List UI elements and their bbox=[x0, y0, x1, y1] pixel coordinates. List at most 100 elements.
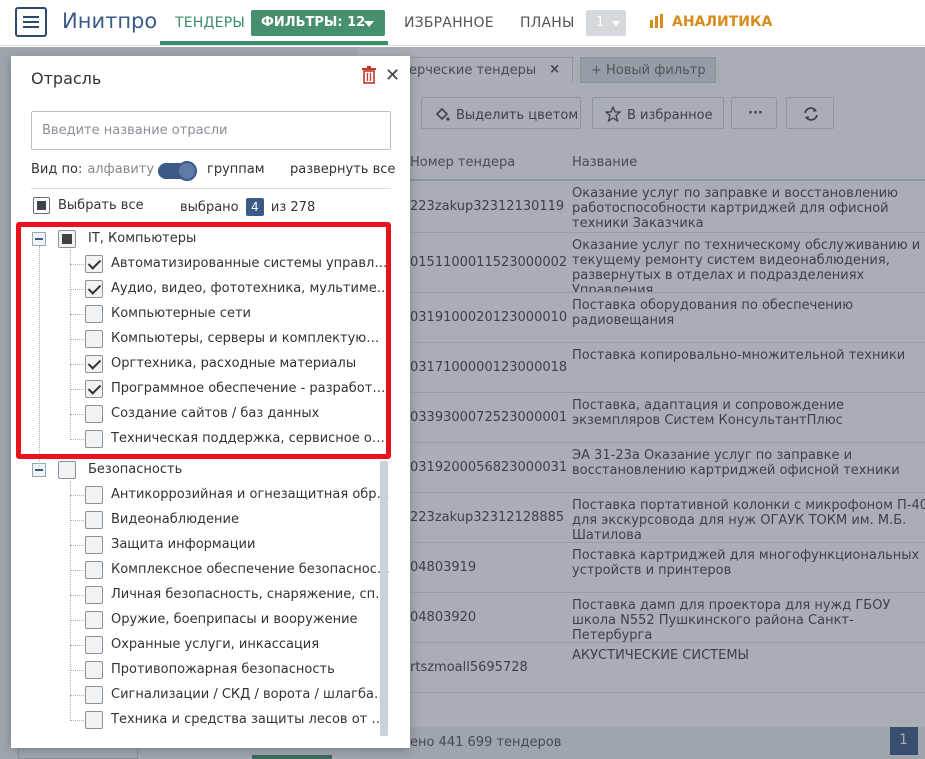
item-label[interactable]: Оргтехника, расходные материалы bbox=[111, 356, 391, 371]
filters-label: ФИЛЬТРЫ: 12 bbox=[261, 15, 366, 30]
item-label[interactable]: Создание сайтов / баз данных bbox=[111, 406, 391, 421]
item-label[interactable]: Охранные услуги, инкассация bbox=[111, 637, 391, 652]
select-all-checkbox[interactable] bbox=[33, 197, 50, 214]
item-checkbox[interactable] bbox=[85, 511, 103, 529]
tree-item[interactable]: Защита информации bbox=[26, 533, 392, 557]
tree-item[interactable]: Сигнализации / СКД / ворота / шлагбаумы bbox=[26, 683, 392, 707]
item-label[interactable]: Аудио, видео, фототехника, мультимедиа bbox=[111, 281, 391, 296]
tree-item[interactable]: Техническая поддержка, сервисное обслужи… bbox=[26, 427, 392, 451]
item-checkbox[interactable] bbox=[85, 536, 103, 554]
item-label[interactable]: Компьютеры, серверы и комплектующие bbox=[111, 331, 391, 346]
item-label[interactable]: Противопожарная безопасность bbox=[111, 662, 391, 677]
expand-all-link[interactable]: развернуть все bbox=[290, 162, 395, 177]
tree-item[interactable]: Охранные услуги, инкассация bbox=[26, 633, 392, 657]
tree-connector bbox=[70, 620, 84, 621]
item-label[interactable]: Сигнализации / СКД / ворота / шлагбаумы bbox=[111, 687, 391, 702]
tree-item[interactable]: Аудио, видео, фототехника, мультимедиа bbox=[26, 277, 392, 301]
item-checkbox[interactable] bbox=[85, 711, 103, 729]
item-checkbox[interactable] bbox=[85, 405, 103, 423]
selected-count-badge: 4 bbox=[245, 198, 264, 216]
item-checkbox[interactable] bbox=[85, 330, 103, 348]
tree-item[interactable]: Программное обеспечение - разработка и п… bbox=[26, 377, 392, 401]
item-checkbox[interactable] bbox=[85, 661, 103, 679]
tree-connector bbox=[70, 520, 84, 521]
item-label[interactable]: Личная безопасность, снаряжение, спецоде… bbox=[111, 587, 391, 602]
item-checkbox[interactable] bbox=[85, 430, 103, 448]
group-label[interactable]: Безопасность bbox=[88, 462, 182, 477]
divider bbox=[31, 188, 391, 189]
tree-item[interactable]: Создание сайтов / баз данных bbox=[26, 402, 392, 426]
collapse-icon[interactable] bbox=[32, 232, 46, 246]
item-checkbox[interactable] bbox=[85, 280, 103, 298]
industry-filter-panel: Отрасль ✕ Вид по: алфавиту группам развер… bbox=[11, 56, 410, 748]
item-label[interactable]: Программное обеспечение - разработка и п… bbox=[111, 381, 391, 396]
tree-connector-vertical bbox=[70, 481, 71, 721]
item-label[interactable]: Комплексное обеспечение безопасности bbox=[111, 562, 391, 577]
group-label[interactable]: IT, Компьютеры bbox=[88, 231, 196, 246]
close-icon[interactable]: ✕ bbox=[385, 65, 400, 86]
item-label[interactable]: Оружие, боеприпасы и вооружение bbox=[111, 612, 391, 627]
filters-dropdown[interactable]: ФИЛЬТРЫ: 12 bbox=[251, 10, 385, 36]
view-mode-toggle[interactable] bbox=[158, 161, 197, 181]
tree-item[interactable]: Личная безопасность, снаряжение, спецоде… bbox=[26, 583, 392, 607]
item-label[interactable]: Видеонаблюдение bbox=[111, 512, 391, 527]
item-checkbox[interactable] bbox=[85, 561, 103, 579]
panel-title: Отрасль bbox=[31, 69, 102, 88]
tree-scrollbar[interactable] bbox=[380, 461, 388, 736]
tree-item[interactable]: Компьютерные сети bbox=[26, 302, 392, 326]
tree-item[interactable]: Антикоррозийная и огнезащитная обработка bbox=[26, 483, 392, 507]
group-checkbox[interactable] bbox=[58, 461, 76, 479]
tree-item[interactable]: Компьютеры, серверы и комплектующие bbox=[26, 327, 392, 351]
tree-connector bbox=[70, 439, 84, 440]
tree-connector-vertical bbox=[39, 246, 40, 466]
trash-icon[interactable] bbox=[361, 66, 377, 88]
view-by-label: Вид по: алфавиту bbox=[31, 162, 154, 177]
caret-down-icon bbox=[612, 21, 620, 26]
item-label[interactable]: Компьютерные сети bbox=[111, 306, 391, 321]
item-checkbox[interactable] bbox=[85, 305, 103, 323]
tree-item[interactable]: Техника и средства защиты лесов от пожар… bbox=[26, 708, 392, 732]
nav-tenders[interactable]: ТЕНДЕРЫ bbox=[175, 15, 245, 31]
item-checkbox[interactable] bbox=[85, 586, 103, 604]
tree-group[interactable]: Безопасность bbox=[26, 459, 392, 481]
select-all-label[interactable]: Выбрать все bbox=[58, 198, 144, 213]
tree-item[interactable]: Видеонаблюдение bbox=[26, 508, 392, 532]
nav-plans[interactable]: ПЛАНЫ bbox=[520, 15, 575, 31]
item-checkbox[interactable] bbox=[85, 255, 103, 273]
tree-item[interactable]: Автоматизированные системы управления bbox=[26, 252, 392, 276]
tree-connector bbox=[70, 595, 84, 596]
tree-item[interactable]: Комплексное обеспечение безопасности bbox=[26, 558, 392, 582]
nav-favorites[interactable]: ИЗБРАННОЕ bbox=[404, 15, 494, 31]
item-checkbox[interactable] bbox=[85, 611, 103, 629]
tree-connector bbox=[70, 314, 84, 315]
tree-connector bbox=[70, 414, 84, 415]
item-label[interactable]: Автоматизированные системы управления bbox=[111, 256, 391, 271]
item-label[interactable]: Техническая поддержка, сервисное обслужи… bbox=[111, 431, 391, 446]
tree-connector bbox=[70, 545, 84, 546]
tree-item[interactable]: Оружие, боеприпасы и вооружение bbox=[26, 608, 392, 632]
item-label[interactable]: Антикоррозийная и огнезащитная обработка bbox=[111, 487, 391, 502]
item-label[interactable]: Защита информации bbox=[111, 537, 391, 552]
tree-group[interactable]: IT, Компьютеры bbox=[26, 228, 392, 250]
toggle-knob bbox=[177, 161, 197, 181]
view-by-alphabet[interactable]: алфавиту bbox=[87, 162, 154, 177]
item-checkbox[interactable] bbox=[85, 686, 103, 704]
industry-search-input[interactable] bbox=[31, 111, 391, 150]
group-checkbox[interactable] bbox=[58, 230, 76, 248]
tree-connector bbox=[70, 670, 84, 671]
item-label[interactable]: Техника и средства защиты лесов от пожар… bbox=[111, 712, 391, 727]
tree-item[interactable]: Оргтехника, расходные материалы bbox=[26, 352, 392, 376]
item-checkbox[interactable] bbox=[85, 380, 103, 398]
menu-icon[interactable] bbox=[15, 7, 47, 37]
brand-logo[interactable]: Инитпро bbox=[62, 9, 157, 33]
item-checkbox[interactable] bbox=[85, 355, 103, 373]
tree-connector bbox=[70, 289, 84, 290]
plans-select[interactable]: 1 bbox=[586, 10, 626, 36]
nav-analytics[interactable]: АНАЛИТИКА bbox=[650, 14, 772, 30]
item-checkbox[interactable] bbox=[85, 636, 103, 654]
view-by-groups[interactable]: группам bbox=[207, 162, 265, 177]
tree-item[interactable]: Противопожарная безопасность bbox=[26, 658, 392, 682]
item-checkbox[interactable] bbox=[85, 486, 103, 504]
plans-select-value: 1 bbox=[596, 15, 605, 30]
bar-chart-icon bbox=[650, 14, 663, 28]
